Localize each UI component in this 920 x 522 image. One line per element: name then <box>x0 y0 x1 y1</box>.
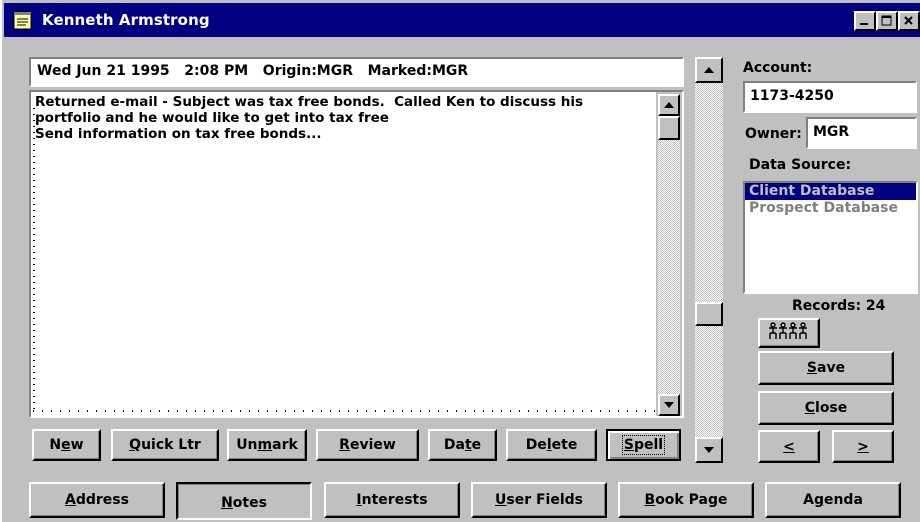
notes-scroll-down-button[interactable] <box>658 394 680 416</box>
delete-button[interactable]: Delete <box>506 429 597 461</box>
record-scrollbar-track[interactable] <box>695 57 723 463</box>
tab-user-fields[interactable]: User Fields <box>471 482 607 518</box>
date-button[interactable]: Date <box>428 429 497 461</box>
notes-scroll-thumb[interactable] <box>658 116 680 140</box>
save-button[interactable]: Save <box>758 351 894 385</box>
note-header-field[interactable]: Wed Jun 21 1995 2:08 PM Origin:MGR Marke… <box>29 57 684 87</box>
tab-interests[interactable]: Interests <box>324 482 460 518</box>
close-button[interactable]: Close <box>758 391 894 425</box>
maximize-button[interactable] <box>876 11 898 31</box>
account-label: Account: <box>743 60 813 76</box>
tab-book-page[interactable]: Book Page <box>618 482 754 518</box>
notes-scrollbar[interactable] <box>656 92 682 416</box>
owner-field[interactable]: MGR <box>806 117 917 149</box>
arrow-up-icon <box>704 67 714 73</box>
unmark-button[interactable]: Unmark <box>227 429 307 461</box>
tab-agenda[interactable]: Agenda <box>765 482 901 518</box>
arrow-down-icon <box>704 447 714 453</box>
app-window: Kenneth Armstrong Wed Jun 21 1995 2:08 P… <box>0 0 920 522</box>
minimize-button[interactable] <box>854 11 876 31</box>
title-bar[interactable]: Kenneth Armstrong <box>4 3 920 37</box>
list-item[interactable]: Client Database <box>745 183 916 200</box>
minimize-icon <box>860 23 868 25</box>
margin-guide <box>33 108 35 414</box>
account-field[interactable]: 1173-4250 <box>743 81 917 113</box>
people-group-icon <box>767 322 811 344</box>
chevron-left-icon: < <box>783 438 795 455</box>
data-source-label: Data Source: <box>749 157 852 173</box>
record-scroll-thumb[interactable] <box>695 302 723 326</box>
tab-address[interactable]: Address <box>29 482 165 518</box>
data-source-list[interactable]: Client Database Prospect Database <box>743 181 918 294</box>
arrow-down-icon <box>664 402 674 408</box>
close-icon <box>904 16 913 25</box>
close-window-button[interactable] <box>898 11 920 31</box>
tab-notes[interactable]: Notes <box>176 482 312 520</box>
new-button[interactable]: New <box>32 429 101 461</box>
record-scroll-down-button[interactable] <box>695 437 723 463</box>
window-title: Kenneth Armstrong <box>42 11 210 29</box>
review-button[interactable]: Review <box>316 429 419 461</box>
notes-textarea[interactable]: Returned e-mail - Subject was tax free b… <box>29 90 684 418</box>
record-scroll-up-button[interactable] <box>695 57 723 83</box>
records-count: Records: 24 <box>792 298 886 314</box>
next-record-button[interactable]: > <box>832 430 894 463</box>
notes-scroll-track[interactable] <box>658 94 680 416</box>
list-item[interactable]: Prospect Database <box>745 200 916 217</box>
owner-label: Owner: <box>745 126 802 142</box>
notes-body[interactable]: Returned e-mail - Subject was tax free b… <box>35 94 657 412</box>
chevron-right-icon: > <box>857 438 869 455</box>
previous-record-button[interactable]: < <box>758 430 820 463</box>
notepad-icon <box>12 9 34 31</box>
spell-button[interactable]: Spell <box>606 429 681 461</box>
quick-letter-button[interactable]: Quick Ltr <box>111 429 219 461</box>
maximize-icon <box>881 15 892 26</box>
margin-guide-bottom <box>33 410 655 412</box>
arrow-up-icon <box>664 102 674 108</box>
notes-scroll-up-button[interactable] <box>658 94 680 116</box>
window-controls <box>854 11 920 31</box>
group-people-button[interactable] <box>758 318 820 348</box>
